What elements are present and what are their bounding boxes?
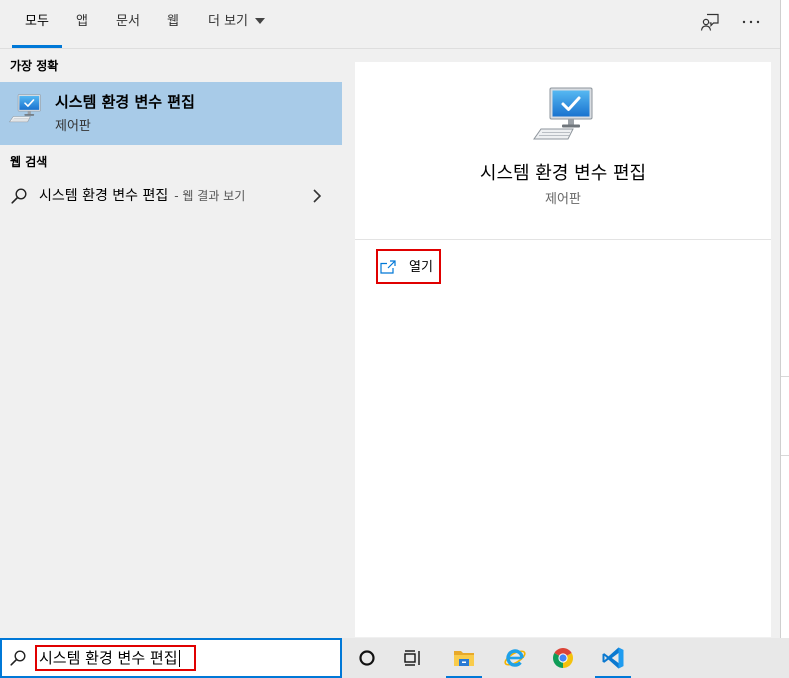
- taskbar: [342, 638, 789, 678]
- chevron-down-icon: [255, 17, 266, 24]
- cortana-button[interactable]: [343, 638, 391, 678]
- preview-subtitle: 제어판: [545, 192, 581, 207]
- best-match-heading: 가장 정확: [10, 59, 59, 73]
- open-icon: [380, 260, 396, 274]
- tab-web[interactable]: 웹: [154, 0, 192, 48]
- background-window-edge: [780, 0, 789, 638]
- divider: [781, 376, 789, 377]
- preview-title: 시스템 환경 변수 편집: [479, 163, 647, 184]
- tab-all[interactable]: 모두: [12, 0, 62, 48]
- result-subtitle: 제어판: [55, 119, 91, 134]
- file-explorer-icon: [454, 651, 474, 666]
- preview-card: 시스템 환경 변수 편집 제어판 열기: [355, 62, 771, 637]
- tab-label: 앱: [76, 14, 88, 29]
- result-title: 시스템 환경 변수 편집: [55, 93, 195, 111]
- chrome-icon: [553, 648, 573, 668]
- search-query-text: 시스템 환경 변수 편집: [39, 649, 178, 667]
- internet-explorer-button[interactable]: [491, 638, 539, 678]
- web-search-heading: 웹 검색: [10, 155, 48, 169]
- search-input[interactable]: 시스템 환경 변수 편집: [35, 645, 196, 671]
- task-view-icon: [404, 650, 420, 666]
- search-filter-bar: 모두 앱 문서 웹 더 보기: [0, 0, 780, 49]
- internet-explorer-icon: [504, 649, 526, 667]
- chrome-button[interactable]: [539, 638, 587, 678]
- tab-label: 더 보기: [208, 14, 249, 29]
- tab-documents[interactable]: 문서: [102, 0, 154, 48]
- tab-apps[interactable]: 앱: [62, 0, 102, 48]
- tab-more[interactable]: 더 보기: [196, 0, 276, 48]
- more-options-button[interactable]: [739, 10, 763, 34]
- divider: [355, 239, 771, 240]
- search-icon: [11, 188, 27, 204]
- system-settings-icon: [533, 87, 593, 140]
- more-options-icon: [742, 20, 760, 24]
- feedback-icon: [700, 13, 719, 31]
- search-results-pane: 가장 정확 시스템 환경 변수 편집 제어판 웹 검색 시스템 환경 변수 편집…: [0, 49, 342, 638]
- web-result-text: 시스템 환경 변수 편집 - 웹 결과 보기: [39, 180, 245, 212]
- divider: [781, 455, 789, 456]
- web-search-result[interactable]: 시스템 환경 변수 편집 - 웹 결과 보기: [0, 180, 342, 212]
- tab-selected-indicator: [12, 45, 62, 48]
- annotation-highlight-box: 시스템 환경 변수 편집: [35, 645, 196, 671]
- tab-label: 웹: [167, 14, 179, 29]
- text-caret: [178, 650, 180, 667]
- vscode-button[interactable]: [589, 638, 637, 678]
- open-action-button[interactable]: 열기: [376, 249, 441, 284]
- chevron-right-icon[interactable]: [313, 189, 321, 203]
- web-query: 시스템 환경 변수 편집: [39, 188, 169, 204]
- feedback-button[interactable]: [698, 10, 722, 34]
- open-action-label: 열기: [409, 260, 433, 275]
- vscode-icon: [602, 647, 624, 669]
- search-box[interactable]: 시스템 환경 변수 편집: [0, 638, 342, 678]
- search-icon: [10, 650, 26, 666]
- cortana-icon: [359, 650, 375, 666]
- web-result-suffix: - 웹 결과 보기: [174, 189, 246, 203]
- preview-pane: 시스템 환경 변수 편집 제어판 열기: [342, 49, 780, 638]
- file-explorer-button[interactable]: [440, 638, 488, 678]
- tab-label: 모두: [25, 14, 49, 29]
- best-match-result[interactable]: 시스템 환경 변수 편집 제어판: [0, 82, 342, 145]
- task-view-button[interactable]: [389, 638, 437, 678]
- system-settings-icon: [9, 94, 41, 123]
- tab-label: 문서: [116, 14, 140, 29]
